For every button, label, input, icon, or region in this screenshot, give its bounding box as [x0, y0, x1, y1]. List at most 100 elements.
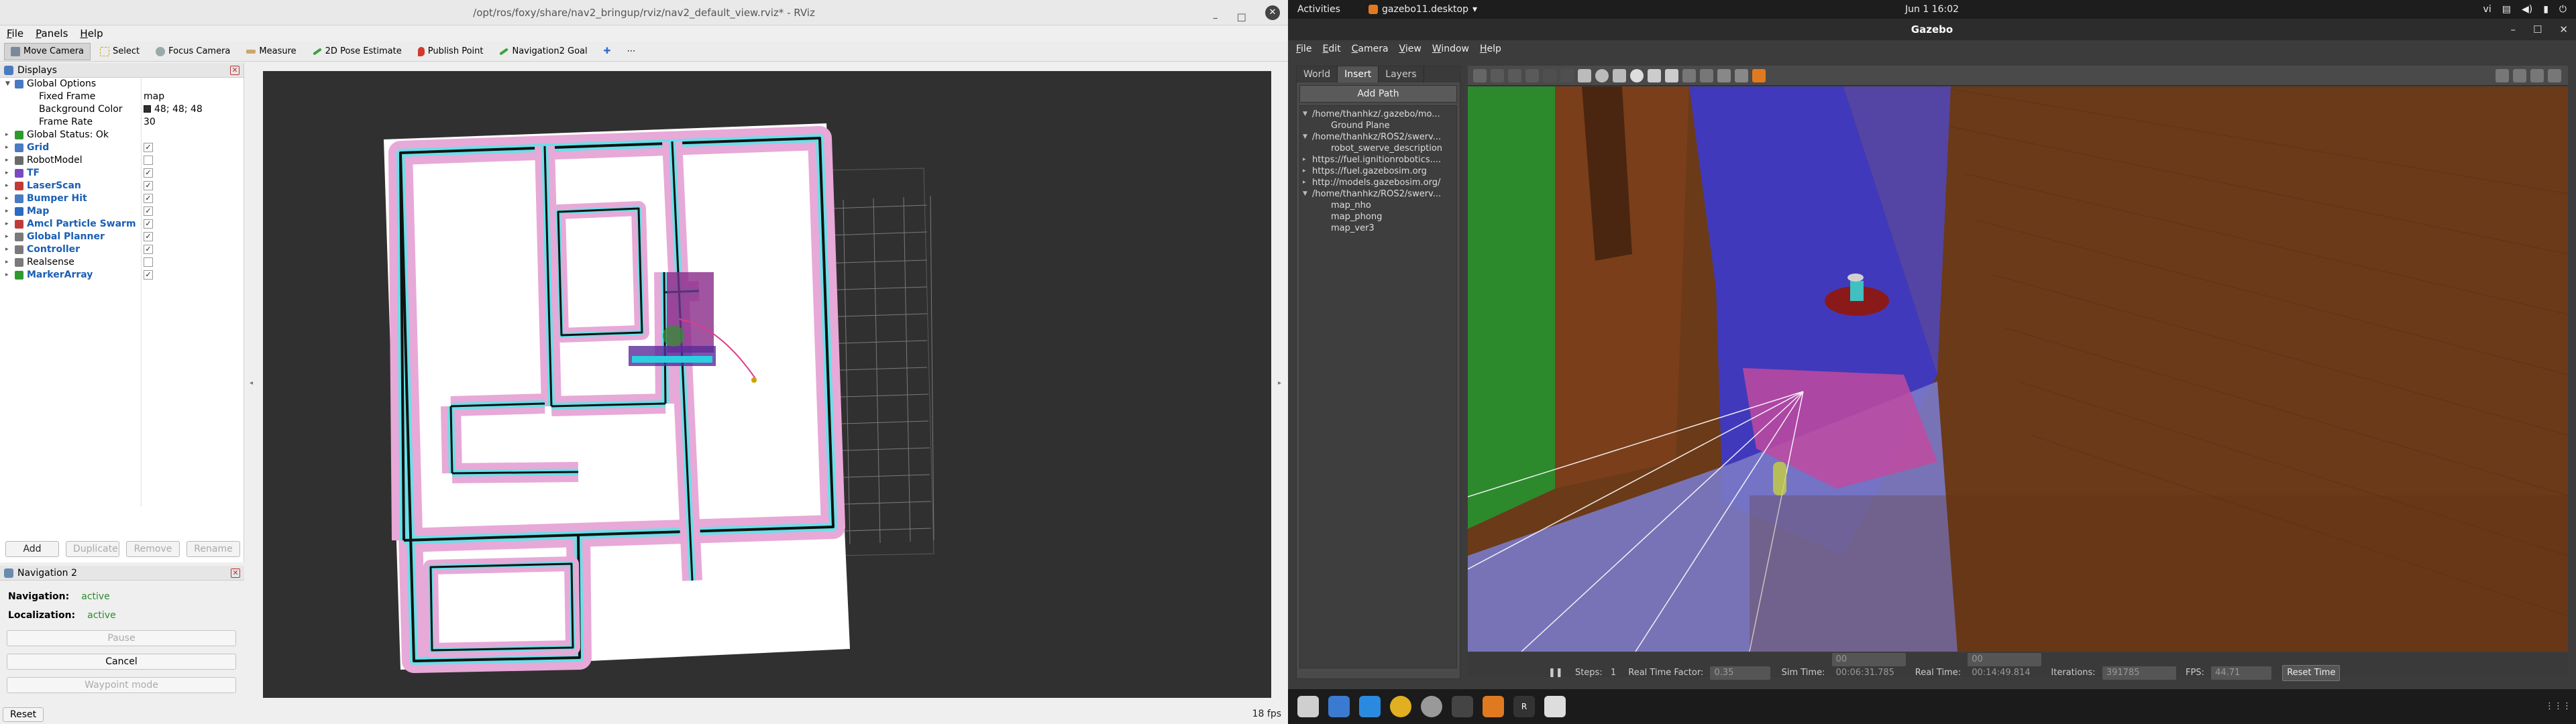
gazebo-3d-view[interactable]: [1467, 86, 2569, 652]
publish-point-tool[interactable]: Publish Point: [411, 43, 490, 60]
select-mode-icon[interactable]: [1473, 68, 1487, 82]
model-path-item[interactable]: map_phong: [1300, 211, 1456, 223]
cylinder-shape-icon[interactable]: [1613, 68, 1626, 82]
model-path-item[interactable]: ▼ /home/thanhkz/ROS2/swerv...: [1300, 131, 1456, 143]
rviz-3d-viewport[interactable]: [263, 71, 1271, 698]
model-path-item[interactable]: ▼ /home/thanhkz/.gazebo/mo...: [1300, 109, 1456, 120]
menu-file[interactable]: File: [1296, 40, 1311, 58]
remove-display-button[interactable]: Remove: [126, 541, 180, 557]
collapsed-icon[interactable]: ▸: [5, 256, 9, 269]
collapsed-icon[interactable]: ▸: [5, 205, 9, 218]
display-row[interactable]: ▼ Global Options: [0, 78, 244, 90]
pause-button[interactable]: Pause: [7, 630, 236, 646]
display-checkbox[interactable]: ✓: [144, 219, 153, 229]
redo-icon[interactable]: [1560, 68, 1574, 82]
collapsed-icon[interactable]: ▸: [5, 218, 9, 231]
display-row[interactable]: ▸ TF ✓: [0, 167, 244, 180]
screenshot-icon[interactable]: [2496, 68, 2509, 82]
model-path-item[interactable]: map_ver3: [1300, 223, 1456, 234]
display-checkbox[interactable]: ✓: [144, 232, 153, 241]
menu-help[interactable]: Help: [80, 25, 103, 42]
log-icon[interactable]: [2513, 68, 2526, 82]
display-value[interactable]: 48; 48; 48: [144, 103, 203, 116]
select-tool[interactable]: Select: [93, 43, 146, 60]
close-panel-icon[interactable]: ✕: [231, 568, 240, 578]
display-row[interactable]: ▸ LaserScan ✓: [0, 180, 244, 192]
model-path-item[interactable]: Ground Plane: [1300, 120, 1456, 131]
measure-tool[interactable]: Measure: [239, 43, 303, 60]
tool-menu-button[interactable]: ⋯: [621, 43, 643, 60]
display-row[interactable]: ▸ Controller ✓: [0, 243, 244, 256]
move-camera-tool[interactable]: Move Camera: [4, 42, 91, 60]
display-row[interactable]: ▸ Map ✓: [0, 205, 244, 218]
pause-icon[interactable]: ❚❚: [1548, 668, 1563, 678]
translate-icon[interactable]: [1491, 68, 1504, 82]
display-row[interactable]: ▸ Global Planner ✓: [0, 231, 244, 243]
collapsed-icon[interactable]: ▸: [1303, 154, 1306, 166]
input-language[interactable]: vi: [2483, 0, 2491, 19]
expanded-icon[interactable]: ▼: [1303, 131, 1307, 143]
files-icon[interactable]: [1297, 696, 1319, 717]
collapsed-icon[interactable]: ▸: [5, 141, 9, 154]
focus-camera-tool[interactable]: Focus Camera: [149, 43, 237, 60]
nav2-goal-tool[interactable]: Navigation2 Goal: [492, 43, 594, 60]
collapsed-icon[interactable]: ▸: [5, 129, 9, 141]
menu-camera[interactable]: Camera: [1352, 40, 1389, 58]
collapsed-icon[interactable]: ▸: [5, 154, 9, 167]
copy-icon[interactable]: [1682, 68, 1696, 82]
model-path-item[interactable]: ▸ https://fuel.ignitionrobotics....: [1300, 154, 1456, 166]
display-row[interactable]: ▸ Amcl Particle Swarm ✓: [0, 218, 244, 231]
vscode-icon[interactable]: [1359, 696, 1381, 717]
display-checkbox[interactable]: ✓: [144, 194, 153, 203]
paste-icon[interactable]: [1700, 68, 1713, 82]
menu-panels[interactable]: Panels: [36, 25, 68, 42]
steps-value[interactable]: 1: [1611, 668, 1616, 678]
add-path-button[interactable]: Add Path: [1299, 85, 1457, 103]
display-row[interactable]: ▸ Realsense: [0, 256, 244, 269]
scale-icon[interactable]: [1525, 68, 1539, 82]
display-checkbox[interactable]: ✓: [144, 245, 153, 254]
add-tool-button[interactable]: ✚: [597, 43, 618, 60]
activities-button[interactable]: Activities: [1297, 0, 1340, 19]
collapse-right-icon[interactable]: ▸: [1278, 379, 1281, 387]
display-checkbox[interactable]: ✓: [144, 181, 153, 190]
close-icon[interactable]: ✕: [2559, 19, 2568, 40]
tab-world[interactable]: World: [1297, 66, 1338, 82]
system-tray[interactable]: vi ▤ ◀) ▮ ⏻: [2483, 0, 2567, 19]
spot-light-icon[interactable]: [1665, 68, 1678, 82]
text-editor-icon[interactable]: [1328, 696, 1350, 717]
waypoint-mode-button[interactable]: Waypoint mode: [7, 677, 236, 693]
display-row[interactable]: Fixed Frame map: [0, 90, 244, 103]
expanded-icon[interactable]: ▼: [1303, 188, 1307, 200]
display-checkbox[interactable]: [144, 156, 153, 165]
menu-window[interactable]: Window: [1432, 40, 1469, 58]
rviz-dock-icon[interactable]: R: [1513, 696, 1535, 717]
sphere-shape-icon[interactable]: [1595, 68, 1609, 82]
collapsed-icon[interactable]: ▸: [5, 167, 9, 180]
pose-estimate-tool[interactable]: 2D Pose Estimate: [306, 43, 409, 60]
expanded-icon[interactable]: ▼: [1303, 109, 1307, 120]
display-checkbox[interactable]: ✓: [144, 143, 153, 152]
terminal-icon[interactable]: [1452, 696, 1473, 717]
display-row[interactable]: ▸ Grid ✓: [0, 141, 244, 154]
menu-file[interactable]: File: [7, 25, 23, 42]
undo-icon[interactable]: [1543, 68, 1556, 82]
generic-app-icon[interactable]: [1544, 696, 1566, 717]
plot-icon[interactable]: [2530, 68, 2544, 82]
reset-time-button[interactable]: Reset Time: [2282, 665, 2341, 681]
model-path-item[interactable]: ▸ http://models.gazebosim.org/: [1300, 177, 1456, 188]
tab-insert[interactable]: Insert: [1338, 66, 1379, 82]
duplicate-display-button[interactable]: Duplicate: [66, 541, 119, 557]
model-path-item[interactable]: ▸ https://fuel.gazebosim.org: [1300, 166, 1456, 177]
change-view-icon[interactable]: [1752, 68, 1766, 82]
point-light-icon[interactable]: [1648, 68, 1661, 82]
clock[interactable]: Jun 1 16:02: [1905, 0, 1959, 19]
collapsed-icon[interactable]: ▸: [5, 180, 9, 192]
display-checkbox[interactable]: ✓: [144, 270, 153, 280]
snap-icon[interactable]: [1735, 68, 1748, 82]
tab-layers[interactable]: Layers: [1379, 66, 1424, 82]
show-apps-icon[interactable]: ⋮⋮⋮: [2545, 696, 2571, 717]
close-panel-icon[interactable]: ✕: [230, 66, 239, 75]
gazebo-dock-icon[interactable]: [1483, 696, 1504, 717]
collapse-left-icon[interactable]: ◂: [250, 379, 253, 387]
